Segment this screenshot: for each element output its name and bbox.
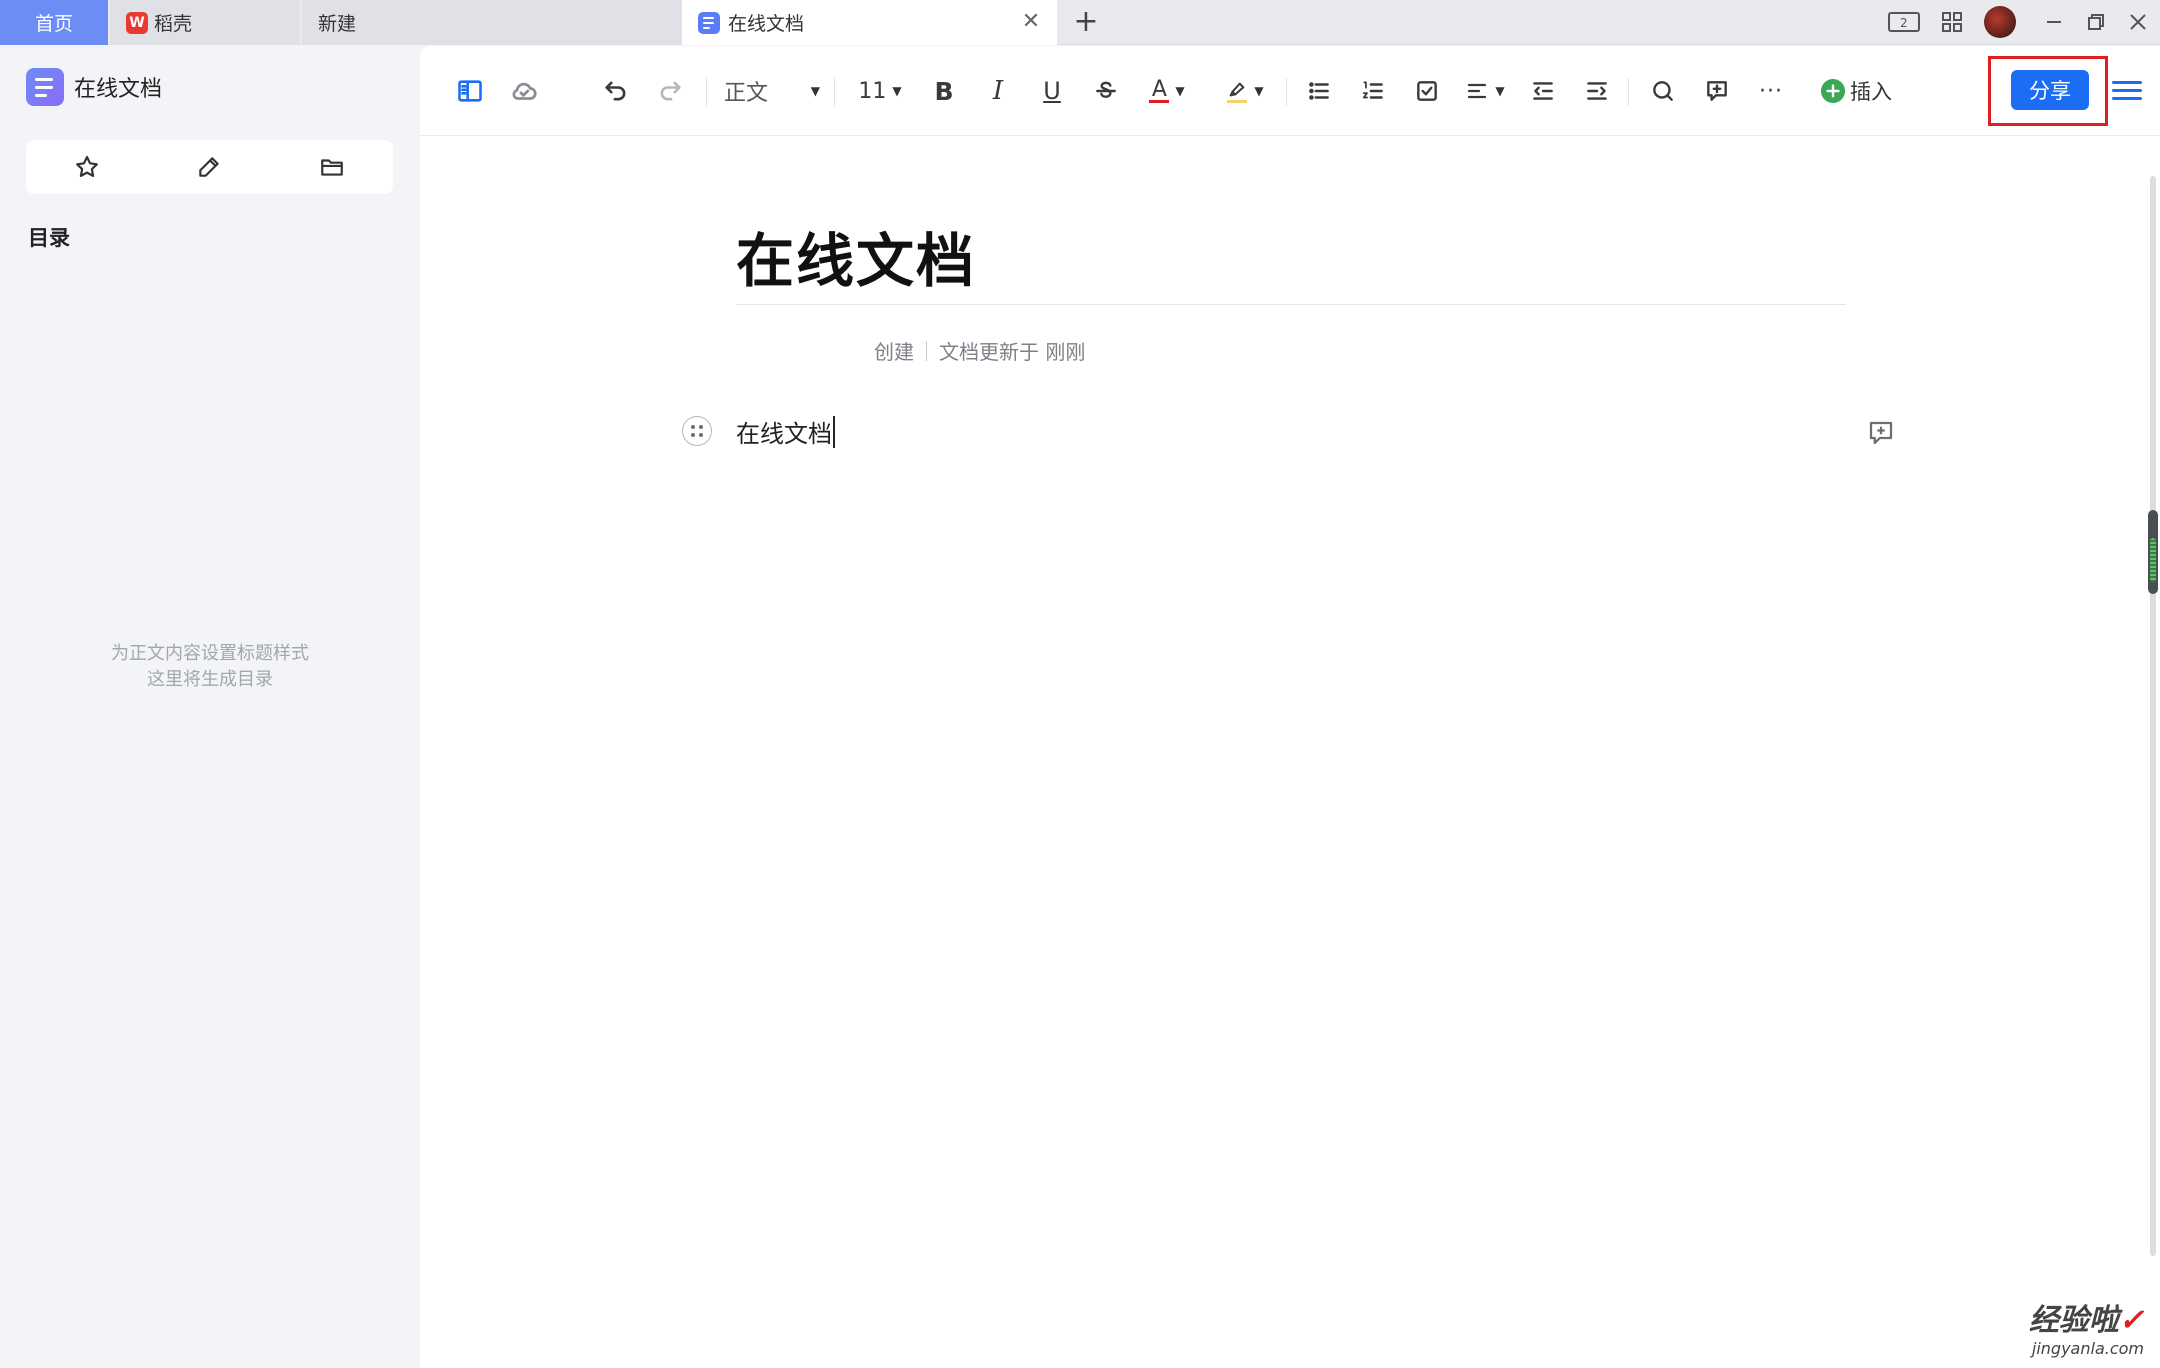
toc-heading: 目录 bbox=[28, 226, 70, 250]
text-cursor bbox=[833, 415, 835, 448]
reading-mode-icon[interactable]: 2 bbox=[1884, 6, 1924, 38]
tab-online-doc-label: 在线文档 bbox=[728, 13, 805, 35]
tab-daoke[interactable]: W 稻壳 bbox=[110, 0, 300, 45]
more-label: ··· bbox=[1759, 78, 1783, 104]
tab-online-doc[interactable]: 在线文档 ✕ bbox=[682, 0, 1057, 45]
close-window-icon[interactable] bbox=[2120, 6, 2156, 38]
toggle-sidebar-icon[interactable] bbox=[450, 72, 490, 110]
folder-icon[interactable] bbox=[312, 147, 352, 187]
restore-icon[interactable] bbox=[2078, 6, 2114, 38]
share-button[interactable]: 分享 bbox=[2011, 70, 2089, 110]
chevron-down-icon: ▼ bbox=[1254, 84, 1264, 98]
indent-icon[interactable] bbox=[1578, 72, 1616, 110]
scroll-thumb[interactable] bbox=[2148, 510, 2158, 594]
bullet-list-icon[interactable] bbox=[1300, 72, 1338, 110]
doc-logo-icon bbox=[26, 68, 64, 106]
editor-area: 正文 ▼ 11 ▼ B I U A ▼ ▼ ▼ ··· 插入 分享 在线文档 创… bbox=[420, 46, 2160, 1368]
chevron-down-icon: ▼ bbox=[810, 84, 820, 98]
paragraph-style-value: 正文 bbox=[724, 81, 769, 106]
tab-new[interactable]: 新建 bbox=[302, 0, 682, 45]
scroll-track bbox=[2150, 176, 2156, 1256]
apps-grid-icon[interactable] bbox=[1934, 6, 1970, 38]
tab-home-label: 首页 bbox=[34, 13, 73, 35]
watermark-text: 经验啦 bbox=[2028, 1303, 2119, 1338]
strikethrough-icon[interactable] bbox=[1088, 72, 1124, 110]
highlight-color-button[interactable]: ▼ bbox=[1220, 72, 1270, 110]
meta-created: 创建 bbox=[874, 340, 914, 364]
watermark-check: ✓ bbox=[2118, 1303, 2144, 1338]
sidebar-header: 在线文档 bbox=[26, 68, 162, 106]
user-avatar[interactable] bbox=[1984, 6, 2016, 38]
bold-button[interactable]: B bbox=[926, 72, 962, 110]
sidebar-title: 在线文档 bbox=[74, 77, 163, 102]
toc-hint-line2: 这里将生成目录 bbox=[147, 669, 273, 690]
doc-icon bbox=[698, 11, 720, 34]
body-text: 在线文档 bbox=[736, 420, 832, 448]
italic-label: I bbox=[992, 76, 1004, 106]
title-divider bbox=[736, 304, 1846, 305]
vertical-scrollbar[interactable] bbox=[2146, 46, 2160, 1368]
font-color-label: A bbox=[1151, 76, 1167, 102]
font-color-button[interactable]: A ▼ bbox=[1142, 72, 1192, 110]
chevron-down-icon: ▼ bbox=[892, 84, 902, 98]
document-title[interactable]: 在线文档 bbox=[736, 214, 976, 298]
align-select[interactable]: ▼ bbox=[1460, 72, 1510, 110]
hamburger-menu-icon[interactable] bbox=[2112, 76, 2142, 106]
document-meta: 创建 文档更新于 刚刚 bbox=[874, 336, 1085, 365]
tab-new-label: 新建 bbox=[318, 13, 357, 35]
checklist-icon[interactable] bbox=[1408, 72, 1446, 110]
highlighter-icon bbox=[1230, 82, 1245, 96]
redo-icon[interactable] bbox=[650, 72, 690, 110]
chevron-down-icon: ▼ bbox=[1495, 84, 1505, 98]
minimize-icon[interactable] bbox=[2036, 6, 2072, 38]
paragraph-comment-icon[interactable] bbox=[1866, 418, 1896, 448]
outdent-icon[interactable] bbox=[1524, 72, 1562, 110]
pen-icon[interactable] bbox=[189, 147, 229, 187]
close-tab-icon[interactable]: ✕ bbox=[1019, 10, 1043, 34]
italic-button[interactable]: I bbox=[980, 72, 1016, 110]
sidebar-toolbar bbox=[26, 140, 393, 194]
font-size-select[interactable]: 11 ▼ bbox=[850, 72, 910, 110]
align-left-icon bbox=[1468, 83, 1487, 99]
svg-text:2: 2 bbox=[1900, 16, 1908, 30]
numbered-list-icon[interactable] bbox=[1354, 72, 1392, 110]
watermark: 经验啦✓ jingyanla.com bbox=[2029, 1295, 2144, 1358]
star-icon[interactable] bbox=[67, 147, 107, 187]
sidebar: 在线文档 目录 为正文内容设置标题样式 这里将生成目录 bbox=[0, 46, 420, 1368]
toc-hint-line1: 为正文内容设置标题样式 bbox=[111, 643, 309, 664]
search-icon[interactable] bbox=[1644, 72, 1682, 110]
tab-daoke-label: 稻壳 bbox=[154, 13, 193, 35]
format-toolbar: 正文 ▼ 11 ▼ B I U A ▼ ▼ ▼ ··· 插入 分享 bbox=[420, 46, 2160, 136]
tab-home[interactable]: 首页 bbox=[0, 0, 108, 45]
insert-button[interactable]: 插入 bbox=[1814, 72, 1898, 110]
watermark-url: jingyanla.com bbox=[2031, 1339, 2144, 1358]
cloud-sync-icon[interactable] bbox=[504, 72, 544, 110]
block-drag-handle-icon[interactable] bbox=[682, 416, 712, 446]
new-tab-button[interactable]: + bbox=[1070, 6, 1102, 38]
underline-label: U bbox=[1043, 77, 1061, 105]
toc-empty-hint: 为正文内容设置标题样式 这里将生成目录 bbox=[0, 641, 420, 693]
underline-button[interactable]: U bbox=[1034, 72, 1070, 110]
daoke-logo-icon: W bbox=[126, 11, 148, 34]
chevron-down-icon: ▼ bbox=[1175, 84, 1185, 98]
bold-label: B bbox=[934, 76, 954, 106]
meta-updated: 文档更新于 刚刚 bbox=[939, 340, 1086, 364]
document-body-paragraph[interactable]: 在线文档 bbox=[736, 414, 835, 449]
tab-bar: 首页 W 稻壳 新建 在线文档 ✕ + 2 bbox=[0, 0, 2160, 45]
more-options-button[interactable]: ··· bbox=[1752, 72, 1790, 110]
meta-divider bbox=[926, 340, 927, 361]
paragraph-style-select[interactable]: 正文 ▼ bbox=[724, 72, 820, 110]
undo-icon[interactable] bbox=[596, 72, 636, 110]
add-comment-icon[interactable] bbox=[1698, 72, 1736, 110]
font-size-value: 11 bbox=[858, 78, 887, 104]
share-label: 分享 bbox=[2029, 79, 2071, 103]
plus-circle-icon bbox=[1820, 78, 1846, 104]
insert-label: 插入 bbox=[1850, 80, 1892, 104]
